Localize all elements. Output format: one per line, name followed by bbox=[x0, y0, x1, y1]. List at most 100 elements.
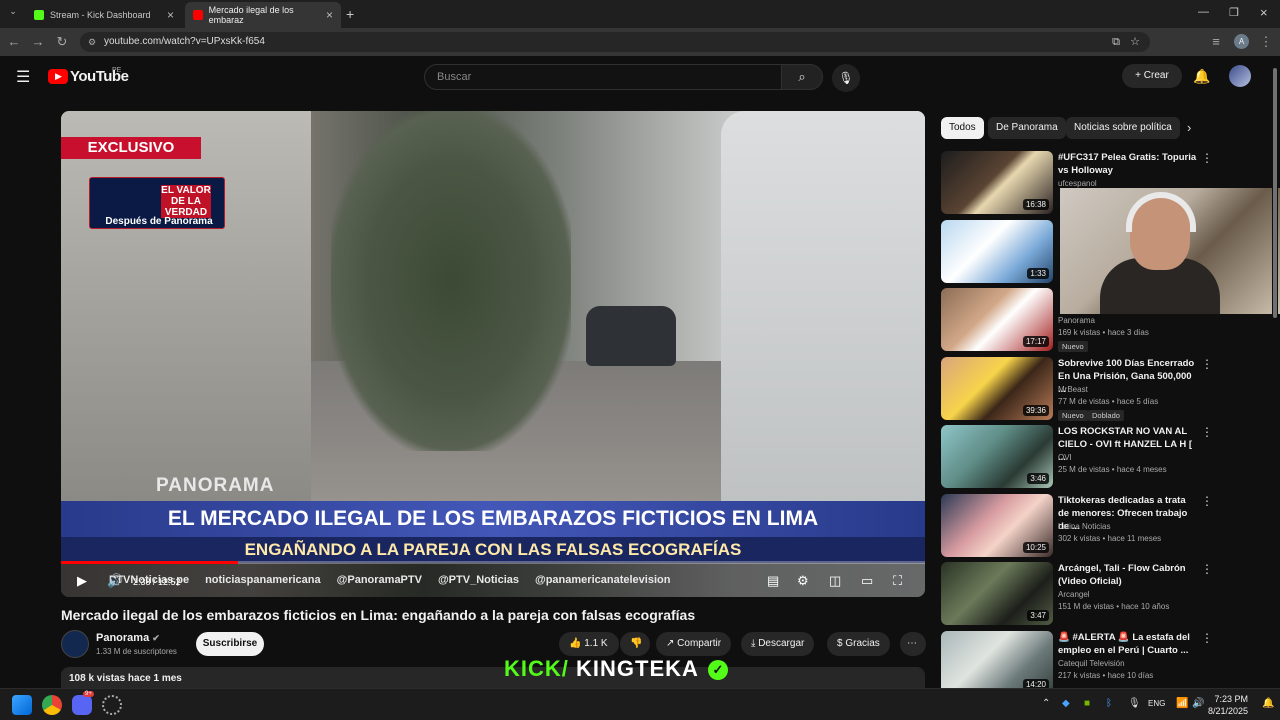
theater-mode-icon[interactable]: ▭ bbox=[861, 573, 873, 589]
video-thumbnail[interactable]: 17:17 bbox=[941, 288, 1053, 351]
profile-avatar-icon[interactable]: A bbox=[1234, 34, 1249, 49]
recommended-video[interactable]: 39:36 Sobrevive 100 Días Encerrado En Una… bbox=[941, 356, 1271, 421]
recommended-channel[interactable]: Arcangel bbox=[1058, 590, 1090, 599]
recommended-video[interactable]: 14:20 🚨 #ALERTA 🚨 La estafa del empleo en… bbox=[941, 630, 1271, 695]
taskbar-clock[interactable]: 7:23 PM 8/21/2025 bbox=[1208, 693, 1248, 717]
video-thumbnail[interactable]: 39:36 bbox=[941, 356, 1053, 420]
search-input[interactable]: Buscar bbox=[424, 64, 782, 90]
new-tab-icon[interactable]: + bbox=[346, 6, 354, 22]
download-label: Descargar bbox=[758, 638, 805, 649]
media-control-icon[interactable]: ≡ bbox=[1206, 32, 1226, 52]
browser-menu-icon[interactable]: ⋮ bbox=[1256, 32, 1276, 52]
recommended-channel[interactable]: OVI bbox=[1058, 453, 1072, 462]
thanks-button[interactable]: $ Gracias bbox=[827, 632, 890, 656]
cast-icon[interactable]: ⧉ bbox=[1112, 32, 1120, 52]
play-icon[interactable]: ▶ bbox=[77, 573, 87, 589]
create-button[interactable]: + Crear bbox=[1122, 64, 1182, 88]
recommended-video-title[interactable]: #UFC317 Pelea Gratis: Topuria vs Hollowa… bbox=[1058, 151, 1198, 177]
video-duration: 3:47 bbox=[1027, 610, 1049, 621]
video-player[interactable]: EXCLUSIVO EL VALOR DE LA VERDAD Después … bbox=[61, 111, 925, 597]
scrollbar-thumb[interactable] bbox=[1273, 68, 1277, 318]
voice-search-button[interactable]: 🎙 bbox=[832, 64, 860, 92]
recommended-video-title[interactable]: Arcángel, Tali - Flow Cabrón (Video Ofic… bbox=[1058, 562, 1198, 588]
recommended-video[interactable]: 10:25 Tiktokeras dedicadas a trata de men… bbox=[941, 493, 1271, 558]
video-thumbnail[interactable]: 16:38 bbox=[941, 151, 1053, 214]
recommended-video[interactable]: 3:47 Arcángel, Tali - Flow Cabrón (Video … bbox=[941, 562, 1271, 626]
more-options-icon[interactable]: ⋮ bbox=[1201, 631, 1213, 645]
forward-icon[interactable]: → bbox=[28, 32, 48, 52]
more-options-icon[interactable]: ⋮ bbox=[1201, 562, 1213, 576]
more-actions-button[interactable]: ⋯ bbox=[900, 632, 926, 656]
url-field[interactable]: ⚙ youtube.com/watch?v=UPxsKk-f654 ⧉ ☆ bbox=[80, 32, 1150, 52]
obs-icon[interactable] bbox=[102, 695, 122, 715]
volume-icon[interactable]: 🔊 bbox=[107, 573, 123, 589]
tray-chevron-icon[interactable]: ⌃ bbox=[1042, 698, 1050, 709]
recommended-badge: Nuevo bbox=[1058, 341, 1088, 352]
close-window-icon[interactable]: × bbox=[1260, 5, 1268, 20]
more-options-icon[interactable]: ⋮ bbox=[1201, 357, 1213, 371]
youtube-logo-icon[interactable]: ▶ bbox=[48, 69, 68, 84]
recommended-channel[interactable]: Panorama bbox=[1058, 316, 1095, 325]
verified-check-icon: ✔ bbox=[152, 633, 160, 643]
fullscreen-icon[interactable]: ⛶ bbox=[893, 573, 902, 589]
wifi-tray-icon[interactable]: 📶 bbox=[1176, 698, 1188, 709]
tab-youtube-video[interactable]: Mercado ilegal de los embaraz × bbox=[185, 2, 341, 28]
search-button[interactable]: ⌕ bbox=[781, 64, 823, 90]
video-progress-bar[interactable] bbox=[61, 561, 925, 564]
recommended-video-title[interactable]: LOS ROCKSTAR NO VAN AL CIELO - OVI ft HA… bbox=[1058, 425, 1198, 464]
notifications-bell-icon[interactable]: 🔔 bbox=[1193, 68, 1210, 85]
video-thumbnail[interactable]: 10:25 bbox=[941, 493, 1053, 557]
video-thumbnail[interactable]: 3:47 bbox=[941, 562, 1053, 625]
channel-avatar[interactable] bbox=[61, 630, 89, 658]
reload-icon[interactable]: ↻ bbox=[52, 32, 72, 52]
settings-gear-icon[interactable]: ⚙ bbox=[797, 573, 809, 589]
chip-de-panorama[interactable]: De Panorama bbox=[988, 117, 1066, 139]
tab-search-button[interactable]: ⌄ bbox=[4, 6, 22, 22]
speaker-tray-icon[interactable]: 🔊 bbox=[1192, 698, 1204, 709]
more-options-icon[interactable]: ⋮ bbox=[1201, 494, 1213, 508]
user-avatar[interactable] bbox=[1229, 65, 1251, 87]
channel-name[interactable]: Panorama ✔ bbox=[96, 632, 160, 644]
chips-next-icon[interactable]: › bbox=[1187, 120, 1191, 135]
video-thumbnail[interactable]: 3:46 bbox=[941, 425, 1053, 488]
more-options-icon[interactable]: ⋮ bbox=[1201, 151, 1213, 165]
more-options-icon[interactable]: ⋮ bbox=[1201, 425, 1213, 439]
recommended-video[interactable]: 3:46 LOS ROCKSTAR NO VAN AL CIELO - OVI f… bbox=[941, 425, 1271, 489]
discord-icon[interactable] bbox=[72, 695, 92, 715]
recommended-channel[interactable]: Catequil Televisión bbox=[1058, 659, 1125, 668]
bluetooth-tray-icon[interactable]: ᛒ bbox=[1106, 698, 1112, 709]
tray-network-icon[interactable]: ◆ bbox=[1062, 698, 1070, 709]
tab-kick-dashboard[interactable]: Stream - Kick Dashboard × bbox=[26, 2, 182, 28]
recommended-video-title[interactable]: 🚨 #ALERTA 🚨 La estafa del empleo en el P… bbox=[1058, 631, 1198, 657]
restore-icon[interactable]: ❐ bbox=[1229, 6, 1239, 19]
recommended-badge: Nuevo bbox=[1058, 409, 1088, 421]
video-thumbnail[interactable]: 1:33 bbox=[941, 219, 1053, 283]
dislike-button[interactable]: 👎 bbox=[620, 632, 650, 656]
subtitles-icon[interactable]: ▤ bbox=[767, 573, 779, 589]
video-thumbnail[interactable]: 14:20 bbox=[941, 630, 1053, 694]
share-button[interactable]: ↗ Compartir bbox=[656, 632, 732, 656]
microphone-icon: 🎙 bbox=[838, 71, 854, 85]
subscribe-button[interactable]: Suscribirse bbox=[196, 632, 264, 656]
site-info-icon[interactable]: ⚙ bbox=[88, 32, 96, 52]
windows-start-icon[interactable] bbox=[12, 695, 32, 715]
chrome-icon[interactable] bbox=[42, 695, 62, 715]
bookmark-star-icon[interactable]: ☆ bbox=[1130, 32, 1140, 52]
close-tab-icon[interactable]: × bbox=[167, 8, 174, 22]
close-tab-icon[interactable]: × bbox=[326, 8, 333, 22]
like-button[interactable]: 👍 1.1 K bbox=[559, 632, 619, 656]
mic-tray-icon[interactable]: 🎙 bbox=[1128, 698, 1141, 709]
chip-todos[interactable]: Todos bbox=[941, 117, 984, 139]
back-icon[interactable]: ← bbox=[4, 32, 24, 52]
notifications-tray-icon[interactable]: 🔔 bbox=[1262, 698, 1274, 709]
download-button[interactable]: ⤓ Descargar bbox=[741, 632, 815, 656]
chip-noticias-politica[interactable]: Noticias sobre política bbox=[1066, 117, 1180, 139]
miniplayer-icon[interactable]: ◫ bbox=[829, 573, 841, 589]
minimize-icon[interactable]: — bbox=[1198, 6, 1209, 18]
hamburger-menu-icon[interactable]: ☰ bbox=[16, 67, 30, 87]
recommended-channel[interactable]: MrBeast bbox=[1058, 385, 1088, 394]
recommended-channel[interactable]: ufcespanol bbox=[1058, 179, 1097, 188]
language-indicator[interactable]: ENG bbox=[1148, 699, 1165, 708]
recommended-channel[interactable]: Latina Noticias bbox=[1058, 522, 1110, 531]
nvidia-tray-icon[interactable]: ■ bbox=[1084, 698, 1090, 709]
